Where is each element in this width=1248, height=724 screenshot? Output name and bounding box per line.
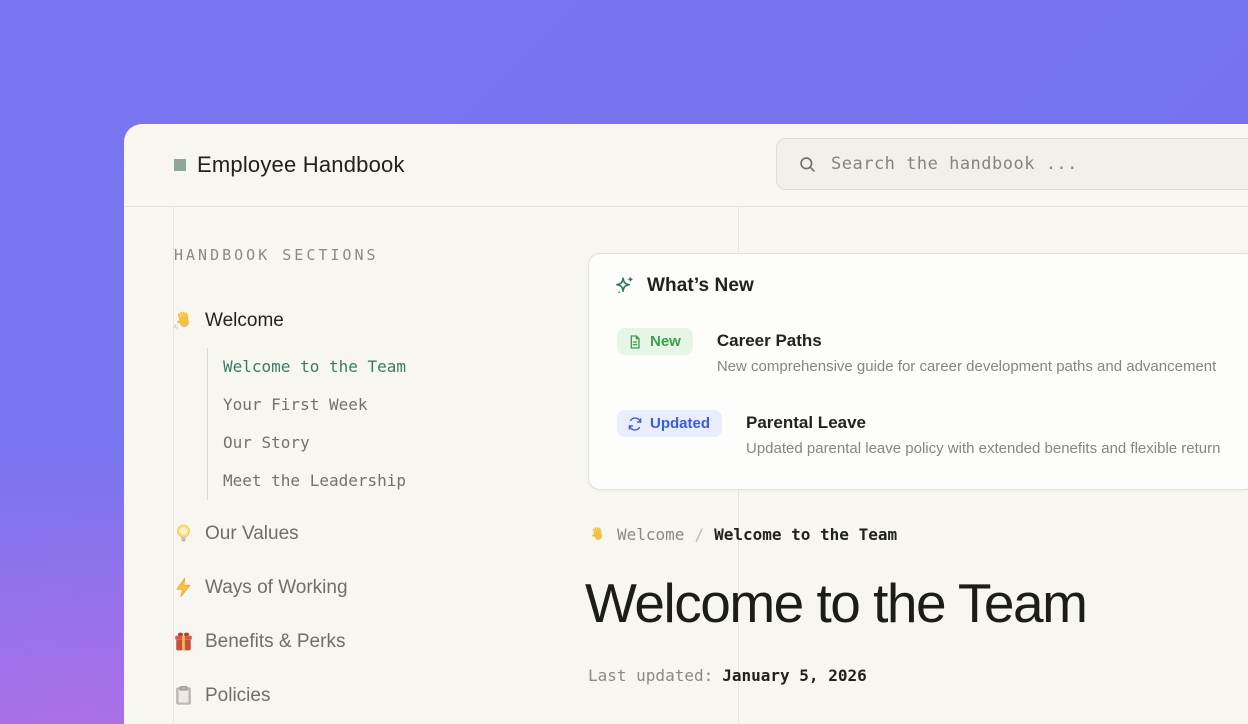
updated-badge: Updated — [617, 410, 722, 437]
new-badge: New — [617, 328, 693, 355]
whats-new-item-title[interactable]: Career Paths — [717, 331, 1216, 351]
whats-new-item-description: New comprehensive guide for career devel… — [717, 358, 1216, 375]
breadcrumb: Welcome / Welcome to the Team — [588, 525, 897, 544]
last-updated-value: January 5, 2026 — [722, 666, 867, 685]
badge-label: Updated — [650, 415, 710, 432]
sidebar-item-benefits-perks[interactable]: Benefits & Perks — [172, 630, 345, 653]
waving-hand-icon — [172, 309, 195, 332]
sidebar-item-welcome[interactable]: Welcome — [172, 309, 284, 332]
search-icon — [798, 155, 817, 174]
subnav-item-welcome-to-the-team[interactable]: Welcome to the Team — [208, 348, 507, 386]
search-input[interactable] — [831, 154, 1248, 174]
whats-new-title: What’s New — [647, 275, 754, 297]
whats-new-item-career-paths[interactable]: New Career Paths New comprehensive guide… — [617, 328, 1245, 375]
sidebar-item-policies[interactable]: Policies — [172, 684, 270, 707]
app-logo-square-icon — [174, 159, 186, 171]
whats-new-item-description: Updated parental leave policy with exten… — [746, 440, 1220, 457]
sidebar-item-label: Welcome — [205, 310, 284, 332]
app-title: Employee Handbook — [197, 152, 405, 178]
clipboard-icon — [172, 684, 195, 707]
refresh-icon — [627, 416, 643, 432]
sidebar-section-label: HANDBOOK SECTIONS — [174, 246, 379, 264]
whats-new-item-parental-leave[interactable]: Updated Parental Leave Updated parental … — [617, 410, 1245, 457]
sparkle-icon — [613, 275, 635, 297]
last-updated-label: Last updated: — [588, 666, 713, 685]
whats-new-card: What’s New New Career Paths New comprehe… — [588, 253, 1248, 490]
last-updated: Last updated: January 5, 2026 — [588, 666, 867, 685]
subnav-item-meet-the-leadership[interactable]: Meet the Leadership — [208, 462, 507, 500]
sidebar-item-ways-of-working[interactable]: Ways of Working — [172, 576, 348, 599]
whats-new-header: What’s New — [613, 275, 754, 297]
gift-icon — [172, 630, 195, 653]
document-icon — [627, 334, 643, 350]
sidebar-item-our-values[interactable]: Our Values — [172, 522, 299, 545]
sidebar-item-label: Policies — [205, 685, 270, 707]
app-header: Employee Handbook — [124, 124, 1248, 207]
breadcrumb-current: Welcome to the Team — [714, 525, 897, 544]
breadcrumb-separator: / — [694, 525, 704, 544]
lightbulb-icon — [172, 522, 195, 545]
lightning-icon — [172, 576, 195, 599]
handbook-window: Employee Handbook HANDBOOK SECTIONS — [124, 124, 1248, 724]
sidebar-item-label: Ways of Working — [205, 577, 348, 599]
waving-hand-icon — [588, 525, 607, 544]
badge-label: New — [650, 333, 681, 350]
page-title: Welcome to the Team — [585, 571, 1086, 635]
breadcrumb-section[interactable]: Welcome — [617, 525, 684, 544]
sidebar-item-label: Benefits & Perks — [205, 631, 345, 653]
search-box[interactable] — [776, 138, 1248, 190]
sidebar-subnav-welcome: Welcome to the Team Your First Week Our … — [207, 348, 507, 500]
sidebar-item-label: Our Values — [205, 523, 299, 545]
subnav-item-your-first-week[interactable]: Your First Week — [208, 386, 507, 424]
whats-new-item-title[interactable]: Parental Leave — [746, 413, 1220, 433]
subnav-item-our-story[interactable]: Our Story — [208, 424, 507, 462]
whats-new-item-texts: Career Paths New comprehensive guide for… — [717, 328, 1216, 375]
whats-new-item-texts: Parental Leave Updated parental leave po… — [746, 410, 1220, 457]
